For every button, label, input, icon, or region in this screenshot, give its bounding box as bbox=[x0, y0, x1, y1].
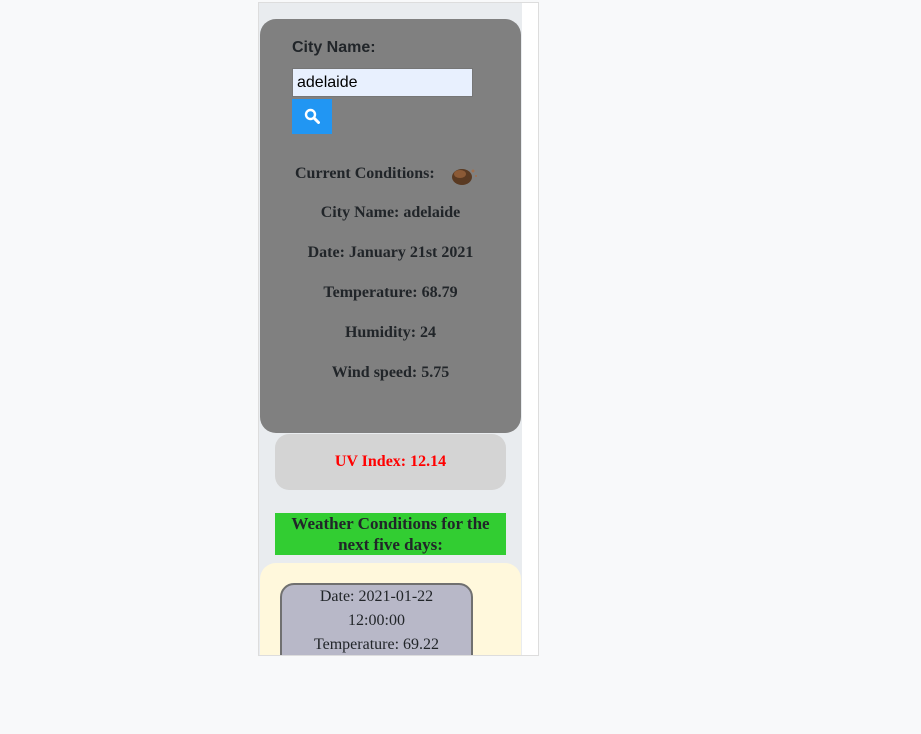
forecast-temperature: Temperature: 69.22 bbox=[313, 636, 440, 653]
current-wind-speed: Wind speed: 5.75 bbox=[331, 364, 450, 381]
current-temperature: Temperature: 68.79 bbox=[323, 284, 458, 301]
forecast-card: Date: 2021-01-22 12:00:00 Temperature: 6… bbox=[280, 583, 473, 655]
forecast-date: Date: 2021-01-22 bbox=[319, 588, 434, 605]
current-humidity: Humidity: 24 bbox=[344, 324, 437, 341]
current-conditions-title: Current Conditions: bbox=[295, 165, 435, 182]
city-name-label: City Name: bbox=[292, 39, 376, 56]
current-date: Date: January 21st 2021 bbox=[307, 244, 474, 261]
app-frame: City Name: Current Conditions: City Name… bbox=[258, 2, 539, 656]
search-button[interactable] bbox=[292, 99, 332, 134]
uv-index-badge: UV Index: 12.14 bbox=[275, 434, 506, 490]
weather-column: City Name: Current Conditions: City Name… bbox=[259, 3, 522, 655]
search-icon bbox=[304, 108, 320, 124]
forecast-panel: Date: 2021-01-22 12:00:00 Temperature: 6… bbox=[260, 563, 521, 655]
search-panel: City Name: Current Conditions: City Name… bbox=[260, 19, 521, 433]
city-search-input[interactable] bbox=[292, 68, 473, 97]
weather-icon bbox=[452, 169, 477, 185]
forecast-header: Weather Conditions for the next five day… bbox=[275, 513, 506, 555]
current-city: City Name: adelaide bbox=[320, 204, 461, 221]
forecast-time: 12:00:00 bbox=[348, 612, 405, 629]
